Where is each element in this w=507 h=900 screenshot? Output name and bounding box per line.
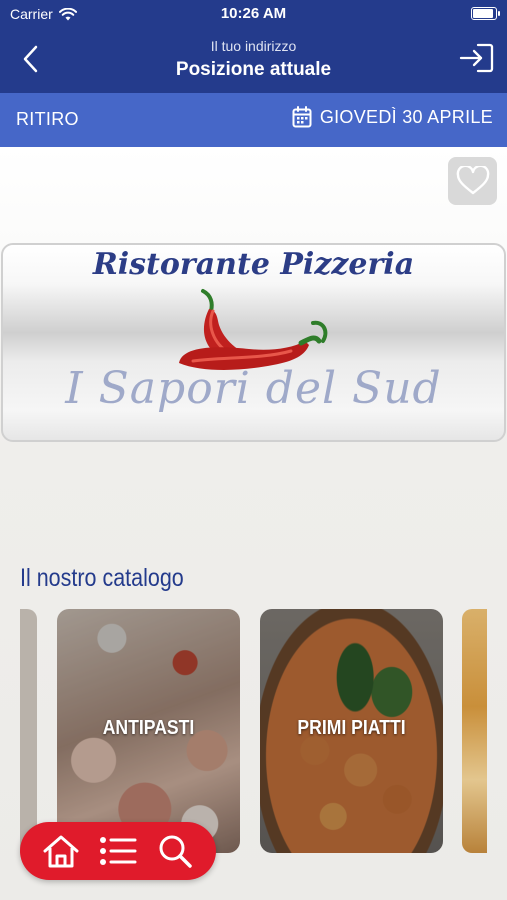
- sign-in-icon: [459, 43, 494, 73]
- main-content: Ristorante Pizzeria I Sapori del Sud Il …: [0, 147, 507, 900]
- status-bar: Carrier 10:26 AM: [0, 0, 507, 28]
- date-selector[interactable]: GIOVEDÌ 30 APRILE: [292, 106, 493, 128]
- menu-list-button[interactable]: [97, 830, 139, 872]
- catalog-title: Il nostro catalogo: [20, 564, 184, 592]
- order-mode-bar: RITIRO GIOVEDÌ 30 APRILE: [0, 93, 507, 147]
- list-icon: [99, 837, 137, 865]
- status-time: 10:26 AM: [220, 5, 287, 22]
- logo-line-2: I Sapori del Sud: [65, 363, 442, 414]
- category-label: PRIMI PIATTI: [297, 717, 406, 739]
- battery-icon: [471, 7, 500, 20]
- address-title[interactable]: Posizione attuale: [0, 59, 507, 81]
- login-button[interactable]: [459, 42, 495, 74]
- home-button[interactable]: [40, 830, 82, 872]
- category-label: ANTIPASTI: [102, 717, 195, 739]
- navigation-bar: Il tuo indirizzo Posizione attuale: [0, 28, 507, 93]
- logo-line-1: Ristorante Pizzeria: [92, 247, 415, 282]
- category-card-next[interactable]: [462, 609, 487, 853]
- category-card-previous[interactable]: [20, 609, 37, 853]
- selected-date: GIOVEDÌ 30 APRILE: [319, 106, 493, 127]
- search-icon: [159, 835, 193, 868]
- category-card-primi-piatti[interactable]: PRIMI PIATTI: [260, 609, 443, 853]
- restaurant-logo: Ristorante Pizzeria I Sapori del Sud: [1, 243, 506, 442]
- address-label: Il tuo indirizzo: [210, 38, 297, 54]
- favorite-button[interactable]: [448, 157, 497, 205]
- heart-icon: [456, 166, 489, 195]
- bottom-toolbar: [20, 822, 216, 880]
- home-icon: [43, 835, 79, 868]
- search-button[interactable]: [154, 830, 196, 872]
- pickup-mode[interactable]: RITIRO: [16, 109, 79, 130]
- category-card-antipasti[interactable]: ANTIPASTI: [57, 609, 240, 853]
- calendar-icon: [292, 106, 312, 128]
- battery-level: [473, 9, 494, 18]
